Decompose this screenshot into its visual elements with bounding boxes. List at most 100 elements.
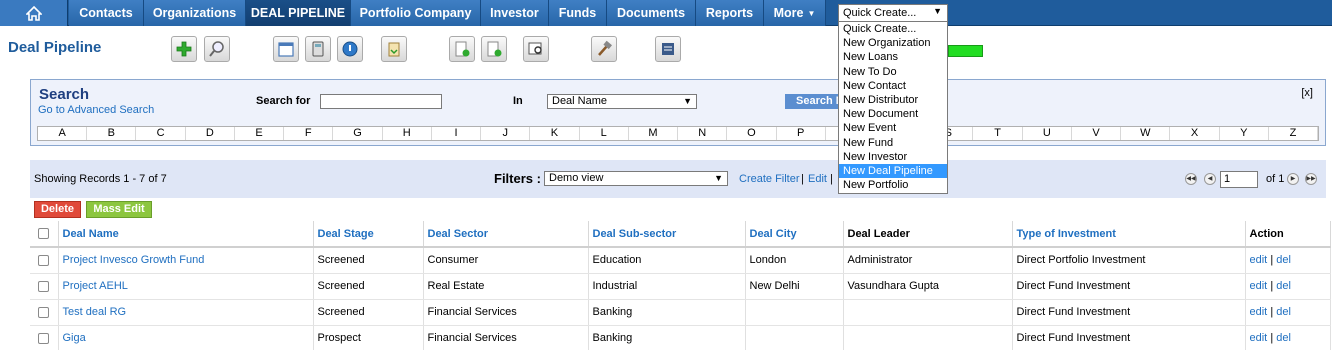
alpha-letter[interactable]: J bbox=[481, 127, 531, 140]
chat-button[interactable] bbox=[337, 36, 363, 62]
last-page-icon[interactable]: ▶▶ bbox=[1305, 173, 1317, 185]
page-number-input[interactable]: 1 bbox=[1220, 171, 1258, 188]
delete-button[interactable]: Delete bbox=[34, 201, 81, 218]
tab-contacts[interactable]: Contacts bbox=[69, 0, 144, 26]
deal-subsector-cell: Education bbox=[588, 247, 746, 274]
search-now-button[interactable]: Search N bbox=[785, 94, 845, 109]
search-field-select[interactable]: Deal Name ▼ bbox=[547, 94, 697, 109]
quick-create-option[interactable]: New Event bbox=[839, 121, 947, 135]
clipboard-button[interactable] bbox=[381, 36, 407, 62]
alpha-letter[interactable]: N bbox=[678, 127, 728, 140]
deal-name-link[interactable]: Project Invesco Growth Fund bbox=[58, 247, 314, 274]
add-button[interactable] bbox=[171, 36, 197, 62]
mass-update-button[interactable] bbox=[655, 36, 681, 62]
row-edit-link[interactable]: edit bbox=[1250, 254, 1268, 266]
calendar-button[interactable] bbox=[273, 36, 299, 62]
alpha-letter[interactable]: Z bbox=[1269, 127, 1319, 140]
alpha-letter[interactable]: W bbox=[1121, 127, 1171, 140]
alpha-letter[interactable]: V bbox=[1072, 127, 1122, 140]
quick-create-option-highlighted[interactable]: New Deal Pipeline bbox=[839, 163, 947, 179]
row-delete-link[interactable]: del bbox=[1276, 306, 1291, 318]
create-filter-link[interactable]: Create Filter bbox=[739, 173, 800, 185]
deal-sector-cell: Financial Services bbox=[423, 299, 589, 326]
column-header-deal-sector[interactable]: Deal Sector bbox=[423, 221, 589, 248]
home-button[interactable] bbox=[0, 0, 68, 26]
alpha-letter[interactable]: C bbox=[136, 127, 186, 140]
quick-create-option[interactable]: New Contact bbox=[839, 79, 947, 93]
column-header-deal-stage[interactable]: Deal Stage bbox=[313, 221, 424, 248]
deal-name-link[interactable]: Test deal RG bbox=[58, 299, 314, 326]
row-edit-link[interactable]: edit bbox=[1250, 332, 1268, 344]
alpha-letter[interactable]: L bbox=[580, 127, 629, 140]
deal-name-link[interactable]: Project AEHL bbox=[58, 273, 314, 300]
quick-create-option[interactable]: New Document bbox=[839, 107, 947, 121]
tab-reports[interactable]: Reports bbox=[696, 0, 764, 26]
alpha-letter[interactable]: T bbox=[973, 127, 1023, 140]
alpha-letter[interactable]: B bbox=[87, 127, 137, 140]
row-edit-link[interactable]: edit bbox=[1250, 306, 1268, 318]
quick-create-option[interactable]: New Distributor bbox=[839, 93, 947, 107]
tab-deal-pipeline[interactable]: DEAL PIPELINE bbox=[246, 0, 351, 26]
advanced-search-link[interactable]: Go to Advanced Search bbox=[38, 104, 154, 116]
alpha-letter[interactable]: I bbox=[432, 127, 482, 140]
alpha-letter[interactable]: E bbox=[235, 127, 285, 140]
tab-organizations[interactable]: Organizations bbox=[144, 0, 246, 26]
column-header-deal-name[interactable]: Deal Name bbox=[58, 221, 314, 248]
clipboard-icon bbox=[388, 42, 400, 57]
find-duplicates-button[interactable] bbox=[523, 36, 549, 62]
row-delete-link[interactable]: del bbox=[1276, 332, 1291, 344]
quick-create-option[interactable]: New To Do bbox=[839, 65, 947, 79]
deal-name-link[interactable]: Giga bbox=[58, 325, 314, 350]
row-checkbox[interactable] bbox=[38, 306, 50, 318]
tab-portfolio-company[interactable]: Portfolio Company bbox=[351, 0, 481, 26]
tab-documents[interactable]: Documents bbox=[607, 0, 696, 26]
close-search-button[interactable]: [x] bbox=[1301, 87, 1313, 99]
calculator-button[interactable] bbox=[305, 36, 331, 62]
quick-create-option[interactable]: Quick Create... bbox=[839, 22, 947, 36]
search-input[interactable] bbox=[320, 94, 442, 109]
deal-sector-cell: Financial Services bbox=[423, 325, 589, 350]
filter-select[interactable]: Demo view ▼ bbox=[544, 171, 728, 186]
quick-create-option[interactable]: New Organization bbox=[839, 36, 947, 50]
row-checkbox[interactable] bbox=[38, 254, 50, 266]
import-button[interactable] bbox=[449, 36, 475, 62]
previous-page-icon[interactable]: ◀ bbox=[1204, 173, 1216, 185]
alpha-letter[interactable]: X bbox=[1170, 127, 1220, 140]
row-delete-link[interactable]: del bbox=[1276, 254, 1291, 266]
quick-create-option[interactable]: New Portfolio bbox=[839, 178, 947, 192]
search-title: Search bbox=[39, 86, 90, 103]
alpha-letter[interactable]: F bbox=[284, 127, 334, 140]
quick-create-option[interactable]: New Loans bbox=[839, 50, 947, 64]
settings-button[interactable] bbox=[591, 36, 617, 62]
alpha-letter[interactable]: M bbox=[629, 127, 679, 140]
alpha-letter[interactable]: U bbox=[1023, 127, 1072, 140]
row-checkbox[interactable] bbox=[38, 332, 50, 344]
edit-filter-link[interactable]: Edit bbox=[808, 173, 827, 185]
alpha-letter[interactable]: G bbox=[333, 127, 383, 140]
next-page-icon[interactable]: ▶ bbox=[1287, 173, 1299, 185]
column-header-deal-city[interactable]: Deal City bbox=[745, 221, 844, 248]
alpha-letter[interactable]: O bbox=[727, 127, 777, 140]
alpha-letter[interactable]: K bbox=[530, 127, 580, 140]
search-button[interactable] bbox=[204, 36, 230, 62]
select-all-checkbox[interactable] bbox=[38, 228, 50, 240]
row-edit-link[interactable]: edit bbox=[1250, 280, 1268, 292]
column-header-type-of-investment[interactable]: Type of Investment bbox=[1012, 221, 1246, 248]
export-button[interactable] bbox=[481, 36, 507, 62]
quick-create-option[interactable]: New Investor bbox=[839, 150, 947, 164]
alpha-letter[interactable]: D bbox=[186, 127, 235, 140]
quick-create-select[interactable]: Quick Create... ▼ bbox=[838, 4, 948, 22]
mass-edit-button[interactable]: Mass Edit bbox=[86, 201, 152, 218]
tab-more[interactable]: More ▼ bbox=[764, 0, 826, 26]
tab-investor[interactable]: Investor bbox=[481, 0, 549, 26]
alpha-letter[interactable]: A bbox=[38, 127, 88, 140]
quick-create-option[interactable]: New Fund bbox=[839, 136, 947, 150]
column-header-deal-subsector[interactable]: Deal Sub-sector bbox=[588, 221, 746, 248]
row-delete-link[interactable]: del bbox=[1276, 280, 1291, 292]
alpha-letter[interactable]: H bbox=[383, 127, 432, 140]
tab-funds[interactable]: Funds bbox=[549, 0, 607, 26]
alpha-letter[interactable]: P bbox=[777, 127, 826, 140]
row-checkbox[interactable] bbox=[38, 280, 50, 292]
first-page-icon[interactable]: ◀◀ bbox=[1185, 173, 1197, 185]
alpha-letter[interactable]: Y bbox=[1220, 127, 1269, 140]
